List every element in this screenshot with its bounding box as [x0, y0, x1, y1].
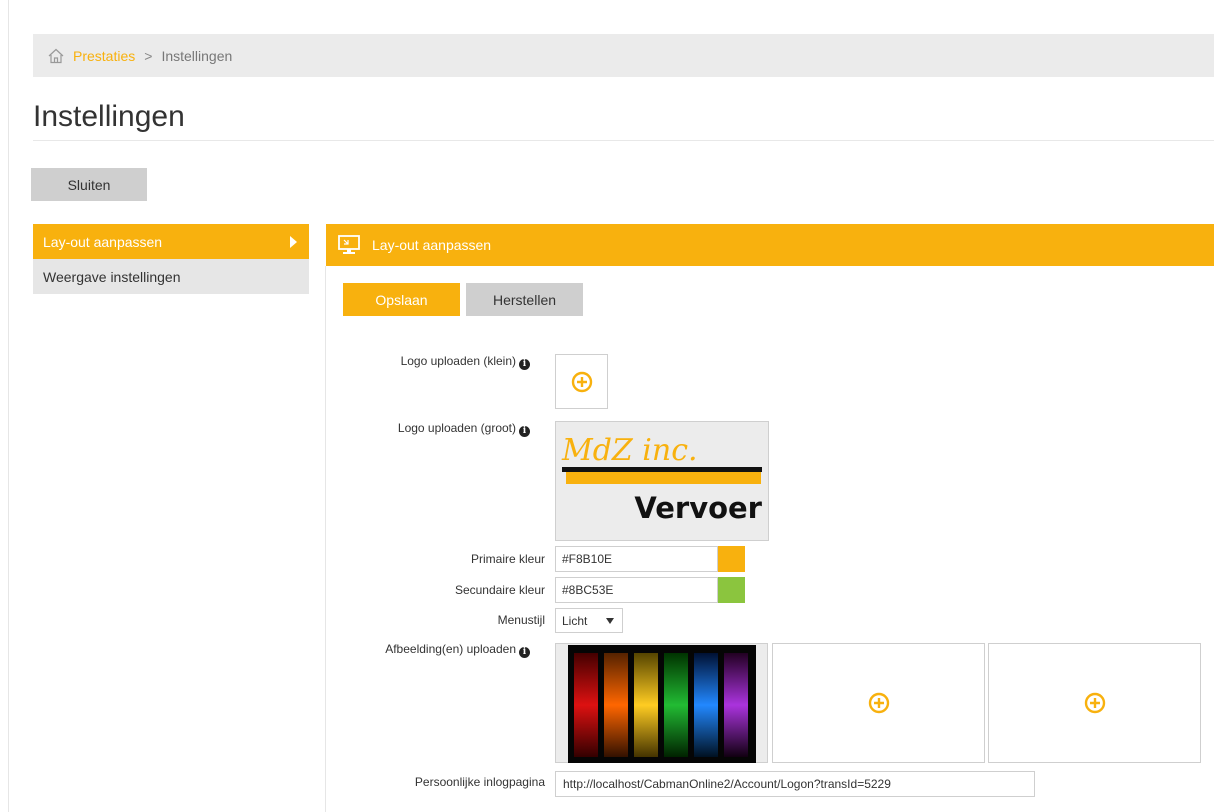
company-logo-image: MdZ inc. Vervoer [561, 433, 763, 525]
add-circle-icon [868, 692, 889, 714]
menu-style-label: Menustijl [497, 613, 545, 627]
page-left-border [8, 0, 9, 812]
settings-sidemenu: Lay-out aanpassen Weergave instellingen [33, 224, 309, 294]
login-page-label: Persoonlijke inlogpagina [414, 775, 545, 789]
breadcrumb-current: Instellingen [161, 47, 233, 64]
secondary-color-swatch[interactable] [718, 577, 745, 603]
uploaded-abstract-image [568, 645, 756, 763]
close-button[interactable]: Sluiten [31, 168, 147, 201]
breadcrumb-link-prestaties[interactable]: Prestaties [73, 48, 135, 64]
logo-big-label: Logo uploaden (groot) [397, 421, 516, 435]
image-slot-2[interactable] [772, 643, 985, 763]
content-divider [325, 266, 326, 812]
add-circle-icon [1084, 692, 1105, 714]
secondary-color-input[interactable]: #8BC53E [555, 577, 718, 603]
menu-style-select[interactable]: Licht [555, 608, 623, 633]
secondary-color-label: Secundaire kleur [454, 583, 545, 597]
info-icon[interactable]: i [519, 359, 530, 370]
primary-color-input[interactable]: #F8B10E [555, 546, 718, 572]
logo-small-upload[interactable] [555, 354, 608, 409]
sidemenu-item-label: Weergave instellingen [43, 268, 181, 285]
menu-style-value: Licht [562, 613, 588, 628]
primary-color-label: Primaire kleur [470, 552, 545, 566]
caret-right-icon [290, 236, 297, 248]
save-button[interactable]: Opslaan [343, 283, 460, 316]
sidemenu-item-label: Lay-out aanpassen [43, 233, 163, 250]
logo-small-label: Logo uploaden (klein) [400, 354, 516, 368]
home-icon[interactable] [47, 47, 65, 65]
logo-small-label-row: Logo uploaden (klein) i [270, 354, 530, 370]
login-page-url-input[interactable]: http://localhost/CabmanOnline2/Account/L… [555, 771, 1035, 797]
logo-big-upload[interactable]: MdZ inc. Vervoer [555, 421, 769, 541]
title-divider [33, 140, 1214, 141]
add-circle-icon [571, 371, 592, 392]
panel-title: Lay-out aanpassen [372, 237, 492, 253]
image-slot-3[interactable] [988, 643, 1201, 763]
info-icon[interactable]: i [519, 426, 530, 437]
images-upload-label: Afbeelding(en) uploaden [385, 642, 516, 656]
images-label-row: Afbeelding(en) uploaden i [270, 642, 530, 658]
logo-text-bottom: Vervoer [634, 491, 762, 525]
image-slot-1[interactable] [555, 643, 768, 763]
sidemenu-item-layout[interactable]: Lay-out aanpassen [33, 224, 309, 259]
info-icon[interactable]: i [519, 647, 530, 658]
panel-header: Lay-out aanpassen [326, 224, 1214, 266]
monitor-icon [338, 235, 360, 254]
dropdown-arrow-icon [606, 618, 614, 624]
primary-color-swatch[interactable] [718, 546, 745, 572]
breadcrumb-separator: > [144, 47, 153, 64]
logo-big-label-row: Logo uploaden (groot) i [270, 421, 530, 437]
page-title: Instellingen [33, 100, 185, 133]
logo-text-top: MdZ inc. [561, 433, 698, 468]
sidemenu-item-display-settings[interactable]: Weergave instellingen [33, 259, 309, 294]
reset-button[interactable]: Herstellen [466, 283, 583, 316]
breadcrumb: Prestaties > Instellingen [33, 34, 1214, 77]
